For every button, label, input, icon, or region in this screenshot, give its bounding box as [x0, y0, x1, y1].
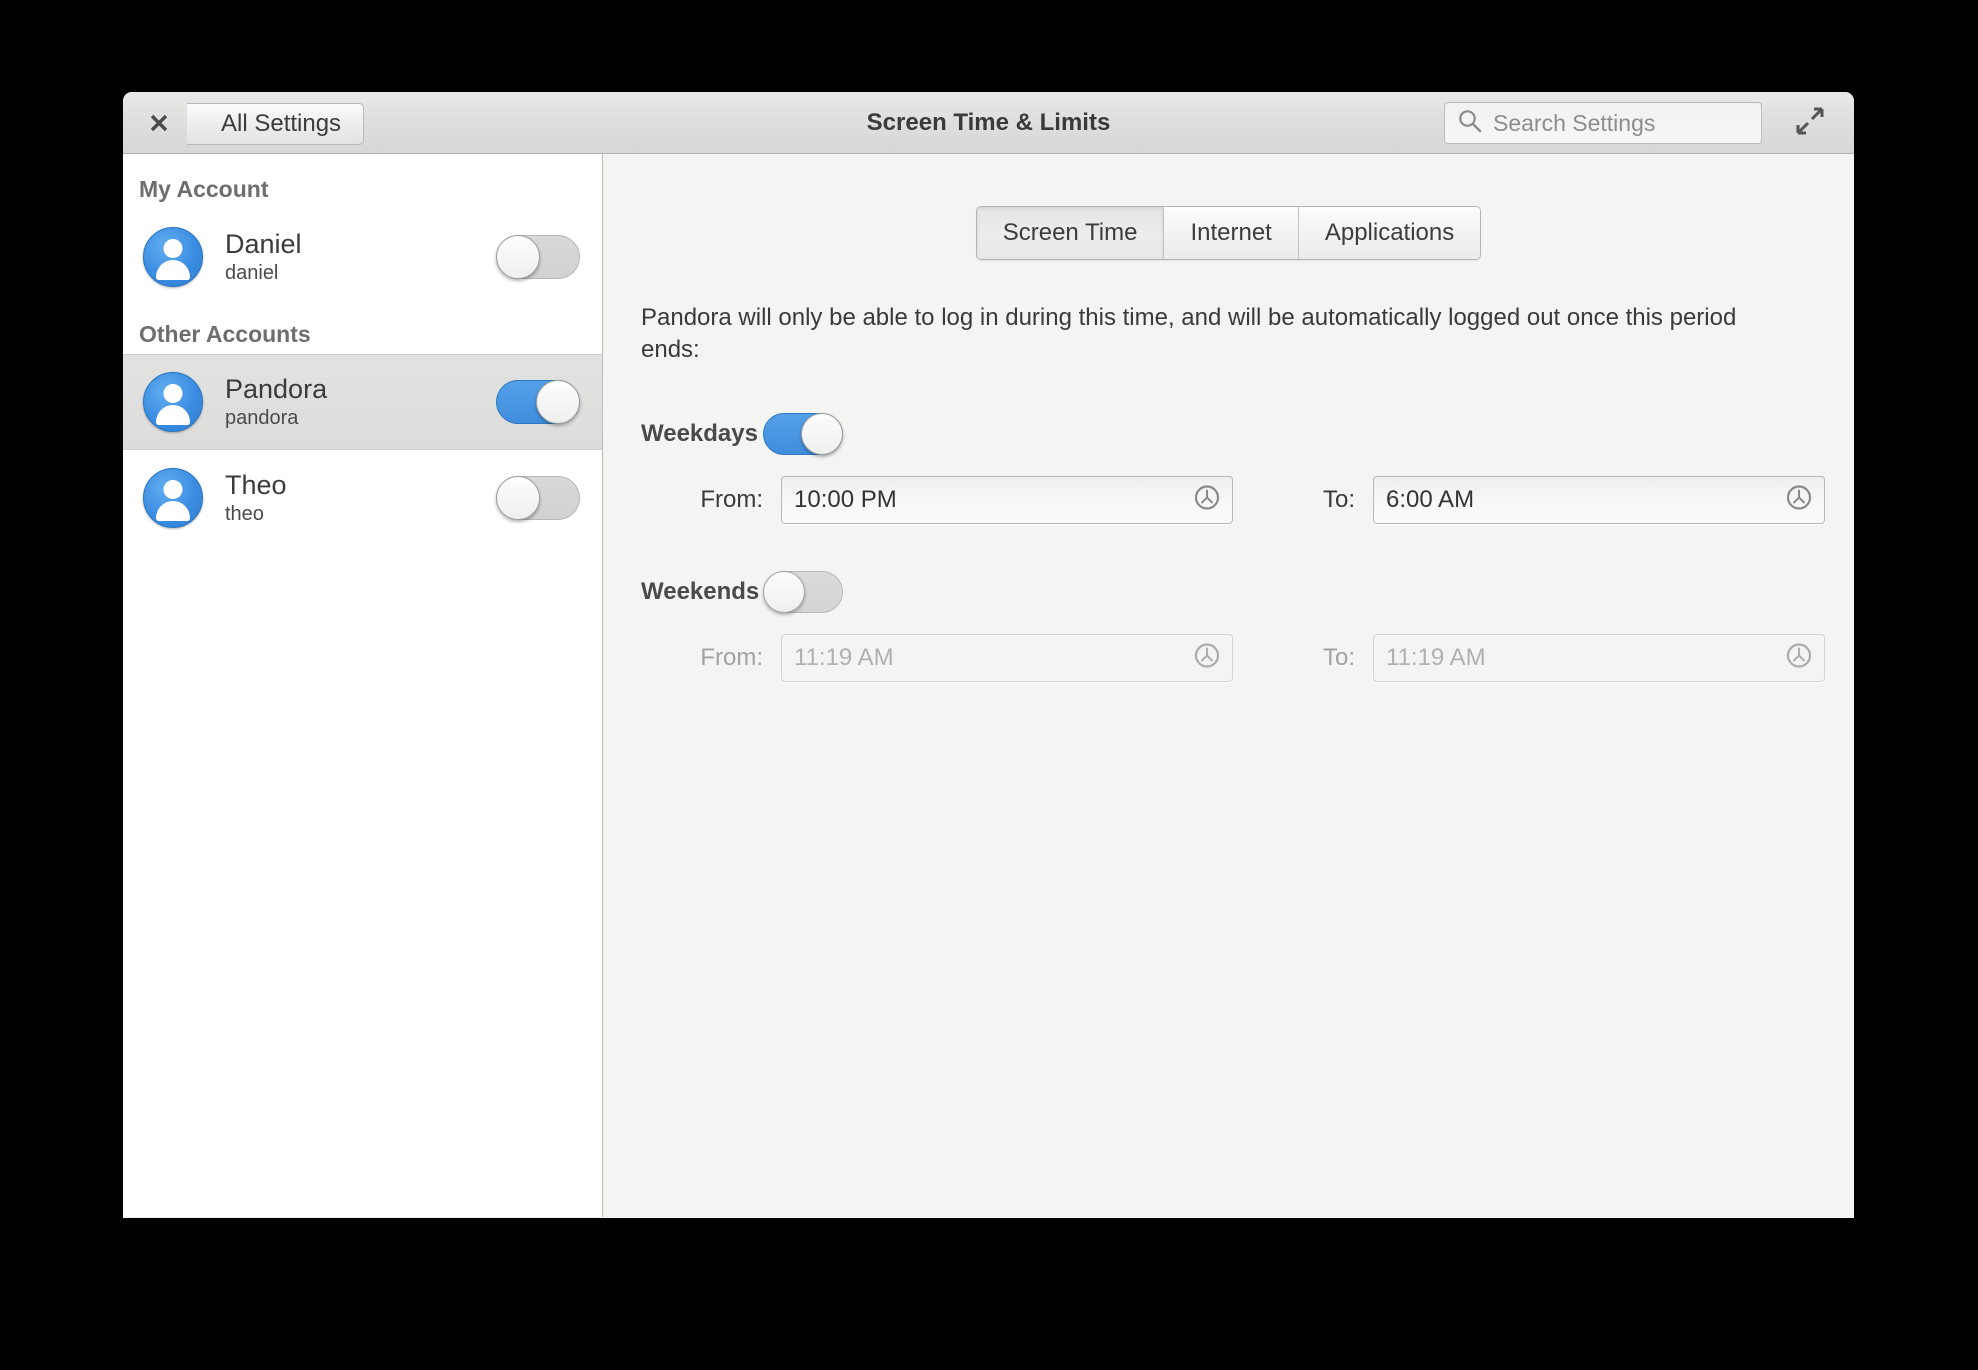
schedule-header: Weekdays [641, 406, 1854, 462]
weekdays-to-input[interactable]: 6:00 AM [1373, 476, 1825, 525]
avatar [143, 227, 203, 287]
weekdays-time-row: From: 10:00 PM To: 6:00 AM [641, 476, 1854, 525]
avatar-head-shape [163, 239, 183, 258]
account-row-daniel[interactable]: Daniel daniel [123, 209, 602, 305]
account-row-pandora[interactable]: Pandora pandora [123, 354, 602, 450]
account-name: Daniel [225, 228, 302, 259]
toggle-knob [536, 380, 580, 424]
tab-applications[interactable]: Applications [1298, 207, 1481, 259]
account-name: Pandora [225, 373, 328, 404]
clock-icon[interactable] [1192, 641, 1222, 676]
description-text: Pandora will only be able to log in duri… [641, 304, 1737, 364]
account-username: daniel [225, 262, 279, 285]
schedule-weekdays: Weekdays From: 10:00 PM To: 6:00 AM [641, 406, 1854, 525]
accounts-sidebar: My Account Daniel daniel Other Accounts [123, 154, 603, 1217]
avatar-head-shape [163, 480, 183, 499]
account-username: theo [225, 503, 264, 526]
clock-icon[interactable] [1192, 483, 1222, 518]
weekends-from-label: From: [700, 644, 763, 672]
weekdays-from-value: 10:00 PM [794, 486, 897, 514]
toggle-knob [496, 476, 540, 520]
account-row-theo[interactable]: Theo theo [123, 450, 602, 546]
toggle-knob [801, 413, 843, 456]
account-name: Theo [225, 469, 287, 500]
screenshot-root: All Settings Screen Time & Limits Search… [0, 0, 1978, 1370]
weekdays-to-label: To: [1322, 486, 1355, 514]
toggle-knob [496, 235, 540, 279]
tabbar: Screen Time Internet Applications [603, 154, 1854, 260]
search-input[interactable]: Search Settings [1444, 102, 1762, 144]
avatar [143, 372, 203, 432]
weekends-from-input[interactable]: 11:19 AM [781, 634, 1233, 683]
tab-internet[interactable]: Internet [1164, 207, 1299, 259]
account-toggle-daniel[interactable] [496, 235, 580, 279]
schedule-label-weekends: Weekends [641, 578, 760, 606]
schedule-weekends: Weekends From: 11:19 AM To: 11:19 AM [641, 564, 1854, 683]
weekdays-to-value: 6:00 AM [1386, 486, 1475, 514]
weekends-time-row: From: 11:19 AM To: 11:19 AM [641, 634, 1854, 683]
account-toggle-pandora[interactable] [496, 380, 580, 424]
avatar-body-shape [156, 405, 190, 425]
avatar-head-shape [163, 384, 183, 403]
weekdays-toggle[interactable] [763, 413, 843, 456]
tab-group: Screen Time Internet Applications [975, 206, 1482, 260]
sidebar-group-title-my-account: My Account [139, 176, 269, 202]
window-titlebar: All Settings Screen Time & Limits Search… [123, 92, 1854, 154]
account-username: pandora [225, 407, 299, 430]
account-text: Daniel daniel [225, 229, 496, 285]
weekends-from-value: 11:19 AM [794, 644, 894, 672]
maximize-icon [1795, 106, 1825, 141]
clock-icon[interactable] [1784, 641, 1814, 676]
avatar-body-shape [156, 501, 190, 521]
window-body: My Account Daniel daniel Other Accounts [123, 154, 1854, 1217]
search-placeholder: Search Settings [1493, 109, 1656, 136]
settings-window: All Settings Screen Time & Limits Search… [123, 92, 1854, 1218]
weekends-to-input[interactable]: 11:19 AM [1373, 634, 1825, 683]
weekdays-from-label: From: [700, 486, 763, 514]
avatar [143, 468, 203, 528]
weekends-to-value: 11:19 AM [1386, 644, 1486, 672]
sidebar-group-title-other-accounts: Other Accounts [139, 321, 311, 347]
weekends-toggle[interactable] [763, 571, 843, 614]
tab-screen-time[interactable]: Screen Time [976, 207, 1165, 259]
maximize-button[interactable] [1786, 102, 1834, 144]
avatar-body-shape [156, 260, 190, 280]
account-text: Pandora pandora [225, 374, 496, 430]
clock-icon[interactable] [1784, 483, 1814, 518]
toggle-knob [763, 571, 805, 614]
main-panel: Screen Time Internet Applications Pandor… [603, 154, 1854, 1217]
schedule-label-weekdays: Weekdays [641, 420, 758, 448]
schedule-header: Weekends [641, 564, 1854, 620]
account-text: Theo theo [225, 470, 496, 526]
weekdays-from-input[interactable]: 10:00 PM [781, 476, 1233, 525]
weekends-to-label: To: [1322, 644, 1355, 672]
account-toggle-theo[interactable] [496, 476, 580, 520]
search-icon [1457, 108, 1483, 139]
